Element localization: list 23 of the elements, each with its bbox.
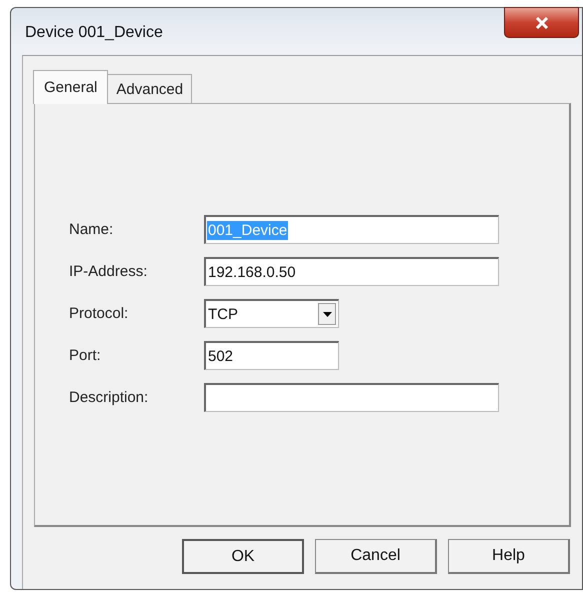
field-label: IP-Address:: [69, 263, 148, 280]
tab[interactable]: Advanced: [107, 74, 192, 103]
field-value: 001_Device: [207, 220, 288, 240]
input-field[interactable]: 192.168.0.50: [204, 257, 499, 286]
field-label: Port:: [69, 347, 102, 364]
dropdown-arrow-button[interactable]: [318, 303, 336, 325]
dialog-button[interactable]: Cancel: [315, 539, 437, 574]
dropdown-value: TCP: [207, 304, 239, 324]
dialog-button[interactable]: Help: [448, 539, 570, 574]
caret-icon: [322, 312, 332, 316]
input-field[interactable]: [204, 383, 499, 412]
field-value: 502: [207, 346, 234, 366]
tab[interactable]: General: [33, 70, 108, 104]
close-button[interactable]: [504, 7, 579, 38]
field-label: Name:: [69, 221, 114, 238]
protocol-dropdown[interactable]: TCP: [204, 299, 339, 328]
field-label: Protocol:: [69, 305, 130, 322]
dialog-button[interactable]: OK: [182, 539, 304, 574]
window-title: Device 001_Device: [25, 24, 163, 42]
close-icon: [534, 16, 548, 28]
input-field[interactable]: 502: [204, 341, 339, 370]
field-value: 192.168.0.50: [207, 262, 297, 282]
field-label: Description:: [69, 389, 150, 406]
